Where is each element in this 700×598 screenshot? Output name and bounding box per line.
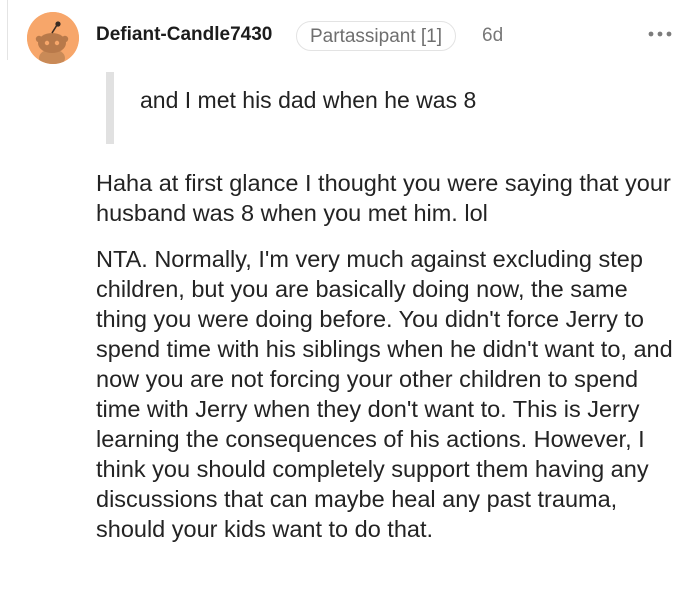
blockquote-bar: [106, 72, 114, 144]
comment-paragraph: NTA. Normally, I'm very much against exc…: [96, 246, 673, 542]
comment-timestamp[interactable]: 6d: [482, 25, 503, 47]
comment-author[interactable]: Defiant-Candle7430: [96, 24, 272, 46]
comment-body: Haha at first glance I thought you were …: [96, 168, 682, 560]
user-flair-badge: Partassipant [1]: [296, 21, 457, 51]
comment-paragraph: Haha at first glance I thought you were …: [96, 170, 671, 226]
avatar-graphic: [27, 12, 79, 64]
snoo-avatar-icon[interactable]: [27, 12, 79, 64]
more-options-button[interactable]: [646, 22, 674, 46]
blockquote: and I met his dad when he was 8: [106, 72, 666, 144]
blockquote-text: and I met his dad when he was 8: [140, 87, 477, 113]
comment-header: Defiant-Candle7430 Partassipant [1] 6d: [0, 0, 700, 72]
more-horizontal-icon: [648, 31, 672, 37]
